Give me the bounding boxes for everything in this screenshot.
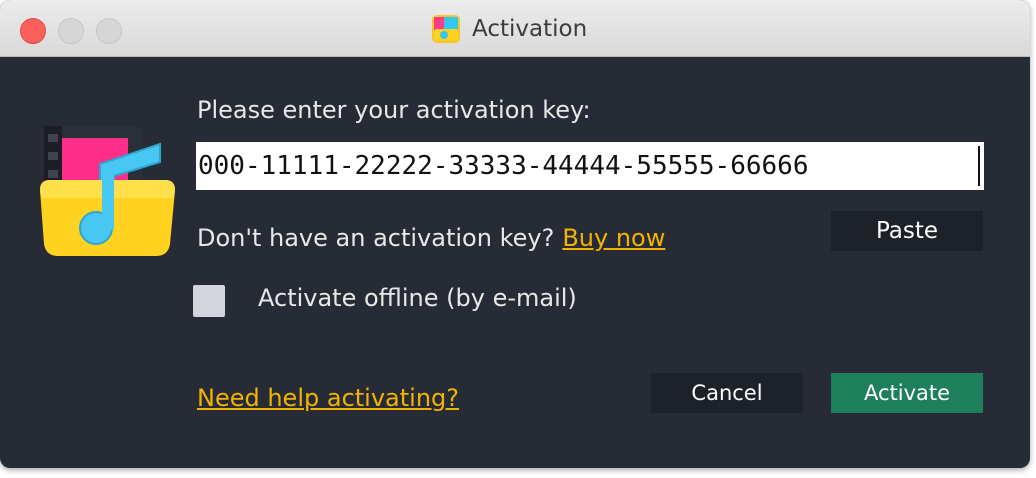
buy-now-link[interactable]: Buy now: [562, 224, 665, 252]
cancel-button[interactable]: Cancel: [651, 373, 803, 413]
minimize-window-button[interactable]: [58, 18, 84, 44]
activate-offline-label[interactable]: Activate offline (by e-mail): [258, 284, 577, 312]
activate-offline-checkbox[interactable]: [193, 285, 225, 317]
activation-key-input[interactable]: [196, 142, 984, 190]
text-caret: [978, 146, 980, 186]
zoom-window-button[interactable]: [96, 18, 122, 44]
activation-window: Activation Please enter your activation …: [0, 0, 1030, 468]
window-title-group: Activation: [430, 12, 587, 46]
activation-key-prompt: Please enter your activation key:: [197, 96, 591, 124]
movavi-music-folder-icon: [40, 126, 175, 256]
no-key-line: Don't have an activation key? Buy now: [197, 224, 665, 252]
title-bar[interactable]: Activation: [0, 0, 1030, 57]
activate-button[interactable]: Activate: [831, 373, 983, 413]
need-help-link[interactable]: Need help activating?: [197, 384, 459, 412]
window-title: Activation: [472, 16, 588, 42]
close-window-button[interactable]: [20, 18, 46, 44]
paste-button[interactable]: Paste: [831, 211, 983, 251]
app-title-icon: [432, 15, 460, 43]
no-key-text: Don't have an activation key?: [197, 224, 555, 252]
